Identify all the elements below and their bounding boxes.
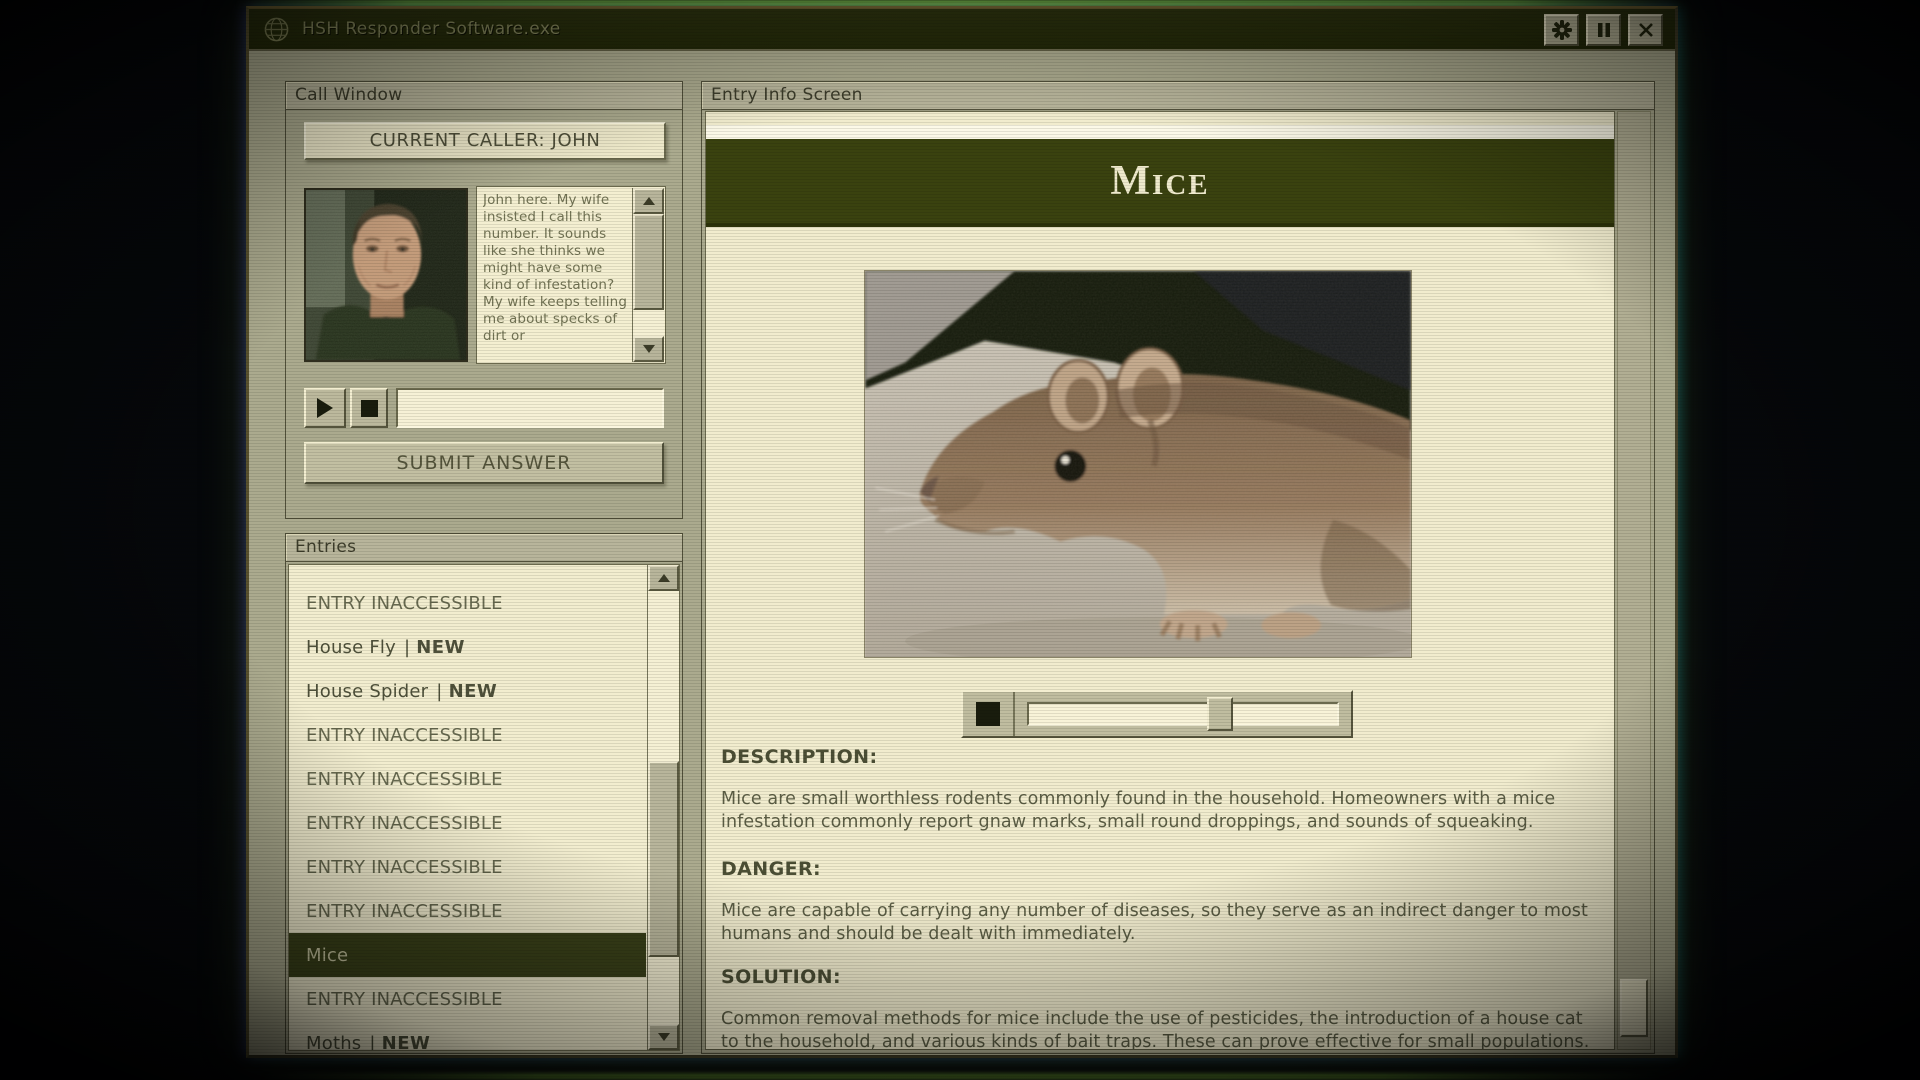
caller-photo [304,188,468,362]
danger-body: Mice are capable of carrying any number … [721,901,1588,944]
entry-list-item[interactable]: ENTRY INACCESSIBLE [289,581,646,625]
entry-list-item[interactable]: House Fly | NEW [289,625,646,669]
transcript-scrollbar[interactable] [632,188,664,362]
titlebar: HSH Responder Software.exe [249,9,1675,51]
crt-glow-bottom [260,1073,1660,1080]
entry-list-item[interactable]: ENTRY INACCESSIBLE [289,713,646,757]
pause-icon [1597,23,1610,37]
scroll-down-button[interactable] [648,1024,679,1050]
stop-icon [360,399,378,417]
entry-list-item[interactable]: ENTRY INACCESSIBLE [289,757,646,801]
solution-heading: SOLUTION: [721,966,841,988]
submit-answer-button[interactable]: SUBMIT ANSWER [304,442,664,484]
settings-button[interactable] [1544,14,1579,46]
audio-slider-handle[interactable] [1207,697,1234,731]
title-band-highlight [706,125,1614,139]
solution-body: Common removal methods for mice include … [721,1009,1590,1050]
caller-transcript-text: John here. My wife insisted I call this … [483,192,627,344]
entries-scrollbar[interactable] [647,565,679,1050]
scroll-thumb[interactable] [648,761,679,957]
window-title: HSH Responder Software.exe [302,19,561,39]
scroll-up-icon [657,574,670,582]
close-icon [1638,23,1653,37]
entries-header: Entries [286,534,682,562]
call-window-header: Call Window [286,82,682,110]
mouse-photo [864,270,1412,658]
entry-list-item[interactable]: Moths | NEW [289,1021,646,1051]
play-icon [317,398,333,418]
audio-stop-button[interactable] [963,692,1015,736]
scroll-down-button[interactable] [633,336,664,362]
entries-list: ENTRY INACCESSIBLE House Fly | NEW House Spi… [289,565,646,1050]
scroll-thumb[interactable] [633,214,664,310]
audio-player [961,690,1353,738]
entry-title: Mice [1110,158,1210,204]
stop-button[interactable] [350,388,388,428]
answer-input[interactable] [396,388,664,428]
entry-info-header: Entry Info Screen [702,82,1654,110]
app-window: HSH Responder Software.exe Call Window C… [246,6,1678,1058]
scroll-up-button[interactable] [633,188,664,214]
scroll-down-icon [642,345,655,353]
entry-info-panel: Entry Info Screen Mice DESCRIPTION: Mice… [701,81,1655,1054]
entry-list-item[interactable]: Mice [289,933,646,977]
description-body: Mice are small worthless rodents commonl… [721,789,1556,832]
entry-list-item[interactable]: ENTRY INACCESSIBLE [289,977,646,1021]
pause-button[interactable] [1586,14,1621,46]
entry-title-band: Mice [706,139,1614,227]
stop-icon [976,702,1000,726]
audio-slider-track[interactable] [1027,702,1339,726]
description-heading: DESCRIPTION: [721,746,878,768]
entry-info-scrollbar[interactable] [1617,111,1651,1050]
scroll-up-icon [642,197,655,205]
entry-list-item[interactable]: ENTRY INACCESSIBLE [289,845,646,889]
danger-heading: DANGER: [721,858,821,880]
scroll-down-icon [657,1033,670,1041]
scroll-thumb[interactable] [1620,979,1648,1037]
current-caller-label: CURRENT CALLER: JOHN [304,122,666,160]
entries-panel: Entries ENTRY INACCESSIBLE House Fly | NEW H… [285,533,683,1054]
play-button[interactable] [304,388,346,428]
close-button[interactable] [1628,14,1663,46]
entry-list-item[interactable]: House Spider | NEW [289,669,646,713]
scroll-up-button[interactable] [648,565,679,591]
entry-info-content: Mice DESCRIPTION: Mice are small worthle… [705,111,1615,1050]
caller-transcript-box[interactable]: John here. My wife insisted I call this … [476,186,666,364]
entry-list-item[interactable]: ENTRY INACCESSIBLE [289,801,646,845]
globe-icon [264,17,289,41]
entry-list-item[interactable]: ENTRY INACCESSIBLE [289,889,646,933]
call-window-panel: Call Window CURRENT CALLER: JOHN John he… [285,81,683,519]
gear-icon [1551,20,1572,40]
